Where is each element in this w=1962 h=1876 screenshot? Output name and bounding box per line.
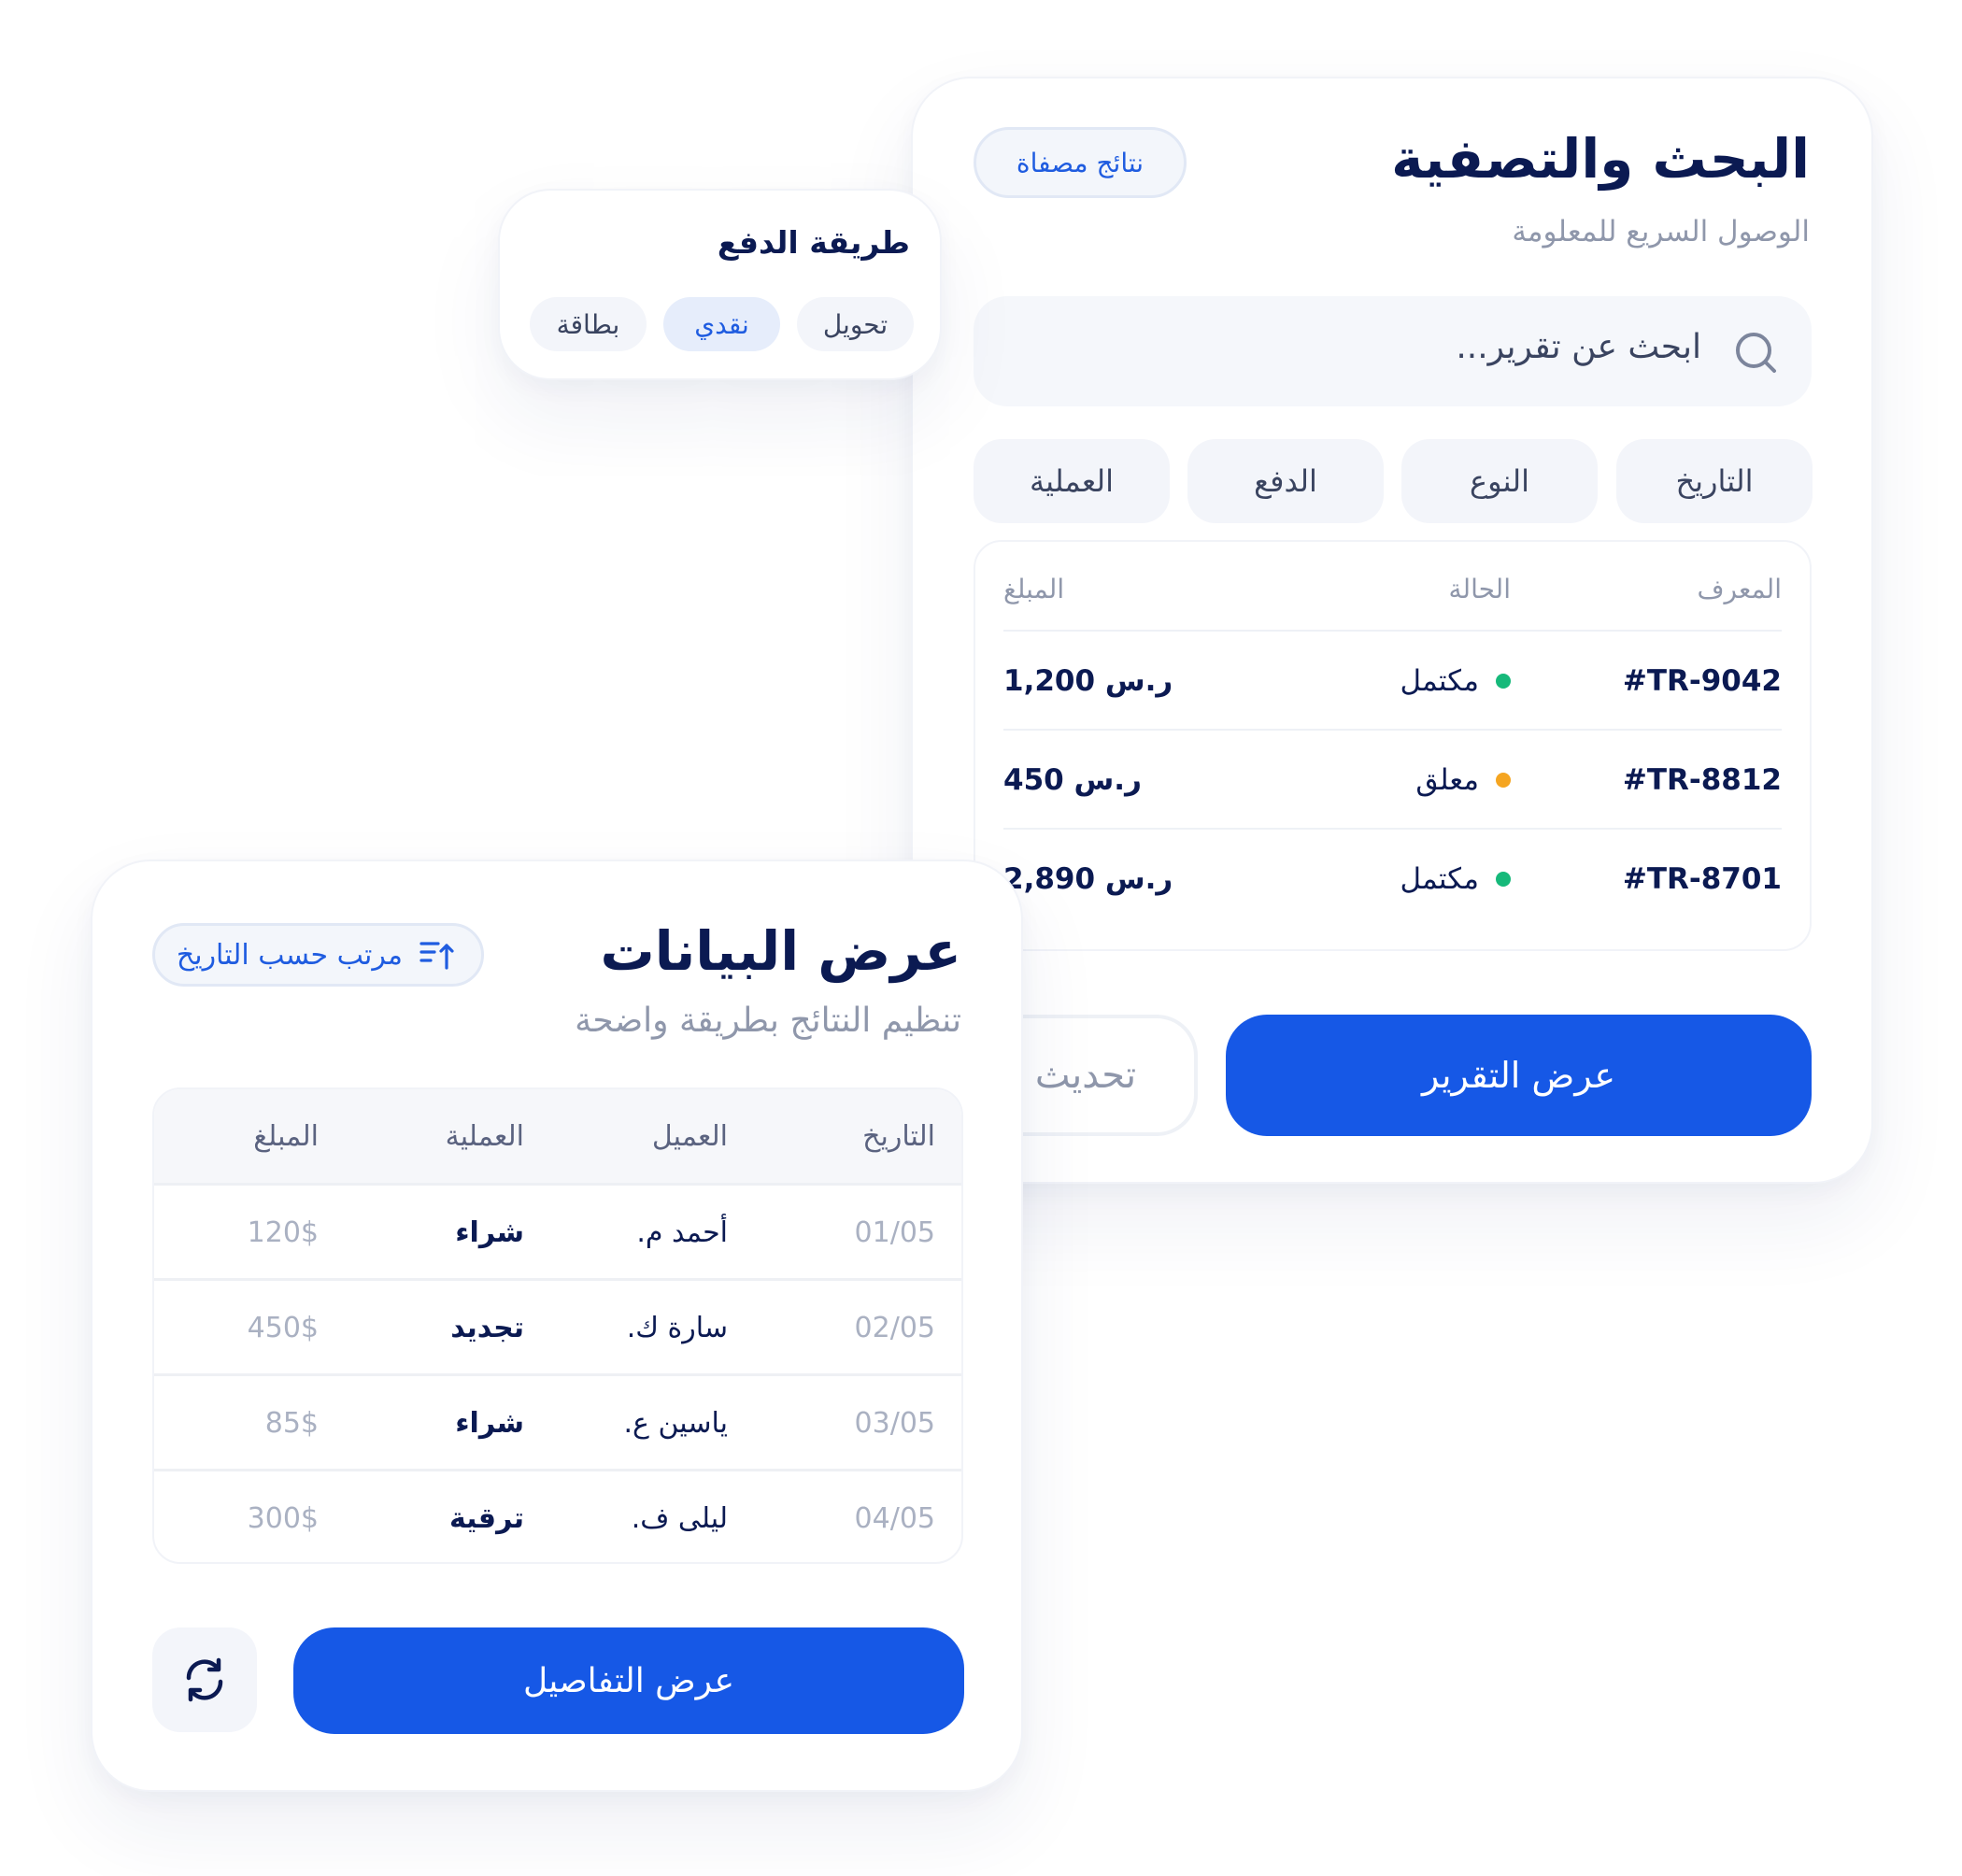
status-dot: [1496, 872, 1511, 887]
header-operation: العملية: [445, 1119, 524, 1153]
refresh-button[interactable]: [152, 1627, 257, 1732]
table-row[interactable]: #TR-8812 معلق 450 ر.س: [1003, 729, 1782, 830]
transaction-amount: 450 ر.س: [1003, 763, 1142, 797]
data-card-title: عرض البيانات: [600, 919, 961, 983]
table-row[interactable]: #TR-9042 مكتمل 1,200 ر.س: [1003, 630, 1782, 731]
table-row[interactable]: 03/05 ياسين ع. شراء 85$: [154, 1373, 961, 1470]
header-amount: المبلغ: [253, 1119, 319, 1153]
transaction-amount: 1,200 ر.س: [1003, 664, 1173, 698]
status-badge: مكتمل: [1400, 862, 1511, 896]
search-icon: [1731, 328, 1780, 377]
filtered-results-tag[interactable]: نتائج مصفاة: [974, 127, 1187, 198]
transaction-id: #TR-8701: [1622, 862, 1782, 896]
search-card-title: البحث والتصفية: [1391, 127, 1810, 191]
row-date: 04/05: [854, 1501, 935, 1535]
row-date: 02/05: [854, 1311, 935, 1344]
search-placeholder: ابحث عن تقرير...: [1456, 328, 1701, 366]
status-dot: [1496, 674, 1511, 689]
row-operation: شراء: [455, 1406, 524, 1440]
transaction-id: #TR-8812: [1622, 763, 1782, 797]
filter-date[interactable]: التاريخ: [1616, 439, 1813, 523]
row-client: سارة ك.: [626, 1311, 728, 1344]
data-view-card: عرض البيانات تنظيم النتائج بطريقة واضحة …: [91, 860, 1023, 1792]
status-dot: [1496, 773, 1511, 788]
header-status: الحالة: [1448, 573, 1511, 604]
payment-option-card[interactable]: بطاقة: [530, 297, 647, 351]
header-amount: المبلغ: [1003, 573, 1065, 604]
search-card-subtitle: الوصول السريع للمعلومة: [1512, 215, 1810, 249]
row-client: ليلى ف.: [631, 1501, 728, 1535]
search-input[interactable]: ابحث عن تقرير...: [974, 296, 1812, 406]
row-amount: 450$: [247, 1311, 319, 1344]
row-date: 03/05: [854, 1406, 935, 1440]
status-badge: مكتمل: [1400, 664, 1511, 698]
header-client: العميل: [651, 1119, 728, 1153]
data-card-subtitle: تنظيم النتائج بطريقة واضحة: [575, 1002, 961, 1040]
data-table: التاريخ العميل العملية المبلغ 01/05 أحمد…: [152, 1087, 963, 1564]
row-operation: ترقية: [448, 1501, 524, 1535]
filter-payment[interactable]: الدفع: [1187, 439, 1384, 523]
row-date: 01/05: [854, 1215, 935, 1249]
filter-operation[interactable]: العملية: [974, 439, 1170, 523]
transactions-header: المعرف الحالة المبلغ: [1003, 561, 1782, 617]
search-filter-card: البحث والتصفية الوصول السريع للمعلومة نت…: [911, 77, 1873, 1184]
header-date: التاريخ: [862, 1119, 935, 1153]
transaction-id: #TR-9042: [1622, 664, 1782, 698]
filter-type[interactable]: النوع: [1401, 439, 1598, 523]
view-details-button[interactable]: عرض التفاصيل: [293, 1627, 964, 1734]
transaction-amount: 2,890 ر.س: [1003, 862, 1173, 896]
payment-option-cash[interactable]: نقدي: [663, 297, 780, 351]
view-report-button[interactable]: عرض التقرير: [1226, 1015, 1812, 1136]
table-row[interactable]: #TR-8701 مكتمل 2,890 ر.س: [1003, 828, 1782, 929]
payment-option-transfer[interactable]: تحويل: [797, 297, 914, 351]
row-amount: 85$: [264, 1406, 319, 1440]
row-client: أحمد م.: [636, 1215, 728, 1249]
row-operation: شراء: [455, 1215, 524, 1249]
table-row[interactable]: 04/05 ليلى ف. ترقية 300$: [154, 1469, 961, 1562]
table-row[interactable]: 01/05 أحمد م. شراء 120$: [154, 1183, 961, 1279]
row-amount: 300$: [247, 1501, 319, 1535]
row-operation: تجديد: [450, 1311, 524, 1344]
payment-card-title: طريقة الدفع: [717, 224, 910, 261]
row-amount: 120$: [247, 1215, 319, 1249]
transactions-table: المعرف الحالة المبلغ #TR-9042 مكتمل 1,20…: [974, 540, 1812, 951]
status-badge: معلق: [1415, 763, 1511, 797]
header-id: المعرف: [1697, 573, 1782, 604]
sort-ascending-icon: [418, 936, 455, 974]
sort-tag[interactable]: مرتب حسب التاريخ: [152, 923, 484, 987]
refresh-icon: [180, 1656, 229, 1704]
payment-method-card: طريقة الدفع تحويل نقدي بطاقة: [498, 189, 942, 380]
table-row[interactable]: 02/05 سارة ك. تجديد 450$: [154, 1278, 961, 1374]
data-table-header: التاريخ العميل العملية المبلغ: [154, 1089, 961, 1183]
row-client: ياسين ع.: [623, 1406, 729, 1440]
